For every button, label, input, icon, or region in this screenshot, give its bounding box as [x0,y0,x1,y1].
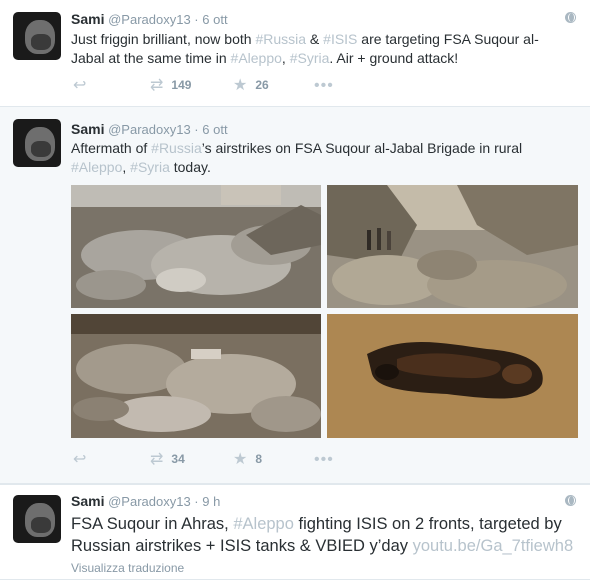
user-handle[interactable]: @Paradoxy13 [108,494,191,509]
timestamp[interactable]: 6 ott [202,12,227,27]
more-button[interactable]: ••• [314,450,342,470]
retweet-button[interactable]: ⇄ 34 [150,450,185,470]
text-segment: FSA Suqour in Ahras, [71,515,234,533]
retweet-button[interactable]: ⇄ 149 [150,76,191,96]
user-name[interactable]: Sami [71,11,104,27]
timestamp[interactable]: 9 h [202,494,220,509]
favorite-count: 8 [255,452,263,466]
tweet-header: Sami @Paradoxy13 · 9 h [71,493,220,510]
text-segment: . Air + ground attack! [329,50,459,66]
avatar[interactable] [13,119,61,167]
text-segment: Aftermath of [71,140,152,156]
user-handle[interactable]: @Paradoxy13 [108,122,191,137]
text-segment: , [281,50,290,66]
hashtag-link[interactable]: #Russia [151,140,202,156]
retweet-count: 149 [171,78,192,92]
reply-button[interactable]: ↩ [73,76,94,96]
tweet-3[interactable]: Sami @Paradoxy13 · 9 h FSA Suqour in Ahr… [0,484,590,580]
avatar[interactable] [13,12,61,60]
user-handle[interactable]: @Paradoxy13 [108,12,191,27]
user-name[interactable]: Sami [71,121,104,137]
user-name[interactable]: Sami [71,493,104,509]
translate-link[interactable]: Visualizza traduzione [71,561,184,575]
globe-icon [565,12,576,23]
text-segment: , [122,159,131,175]
more-button[interactable]: ••• [314,76,342,96]
star-icon: ★ [233,450,248,468]
text-segment: Just friggin brilliant, now both [71,31,256,47]
retweet-count: 34 [171,452,185,466]
retweet-icon: ⇄ [150,450,164,468]
tweet-1[interactable]: Sami @Paradoxy13 · 6 ott Just friggin br… [0,0,590,107]
favorite-button[interactable]: ★ 26 [233,76,269,96]
text-segment: ’s airstrikes on FSA Suqour al-Jabal Bri… [201,140,523,156]
more-icon: ••• [314,76,334,94]
more-icon: ••• [314,450,334,468]
photo-rubble-3[interactable] [71,314,321,438]
hashtag-link[interactable]: #Syria [130,159,170,175]
tweet-text: Aftermath of #Russia’s airstrikes on FSA… [71,139,571,177]
tweet-text: Just friggin brilliant, now both #Russia… [71,30,571,68]
favorite-button[interactable]: ★ 8 [233,450,262,470]
photo-burned-remains[interactable] [327,314,578,438]
hashtag-link[interactable]: #Russia [255,31,306,47]
favorite-count: 26 [255,78,269,92]
hashtag-link[interactable]: #Aleppo [233,515,294,533]
text-segment: today. [169,159,211,175]
photo-grid [71,185,578,438]
reply-icon: ↩ [73,450,87,468]
timestamp[interactable]: 6 ott [202,122,227,137]
star-icon: ★ [233,76,248,94]
tweet-header: Sami @Paradoxy13 · 6 ott [71,121,228,138]
hashtag-link[interactable]: #ISIS [323,31,357,47]
separator: · [194,494,199,509]
reply-icon: ↩ [73,76,87,94]
reply-button[interactable]: ↩ [73,450,94,470]
globe-icon [565,495,576,506]
tweet-header: Sami @Paradoxy13 · 6 ott [71,11,228,28]
tweet-2[interactable]: Sami @Paradoxy13 · 6 ott Aftermath of #R… [0,107,590,484]
hashtag-link[interactable]: #Aleppo [71,159,122,175]
hashtag-link[interactable]: #Aleppo [231,50,282,66]
retweet-icon: ⇄ [150,76,164,94]
photo-rubble-2[interactable] [327,185,578,308]
hashtag-link[interactable]: #Syria [290,50,330,66]
avatar[interactable] [13,495,61,543]
separator: · [194,122,199,137]
text-segment: & [306,31,324,47]
separator: · [194,12,199,27]
photo-rubble-1[interactable] [71,185,321,308]
url-link[interactable]: youtu.be/Ga_7tfiewh8 [413,537,574,555]
tweet-text: FSA Suqour in Ahras, #Aleppo fighting IS… [71,513,581,557]
